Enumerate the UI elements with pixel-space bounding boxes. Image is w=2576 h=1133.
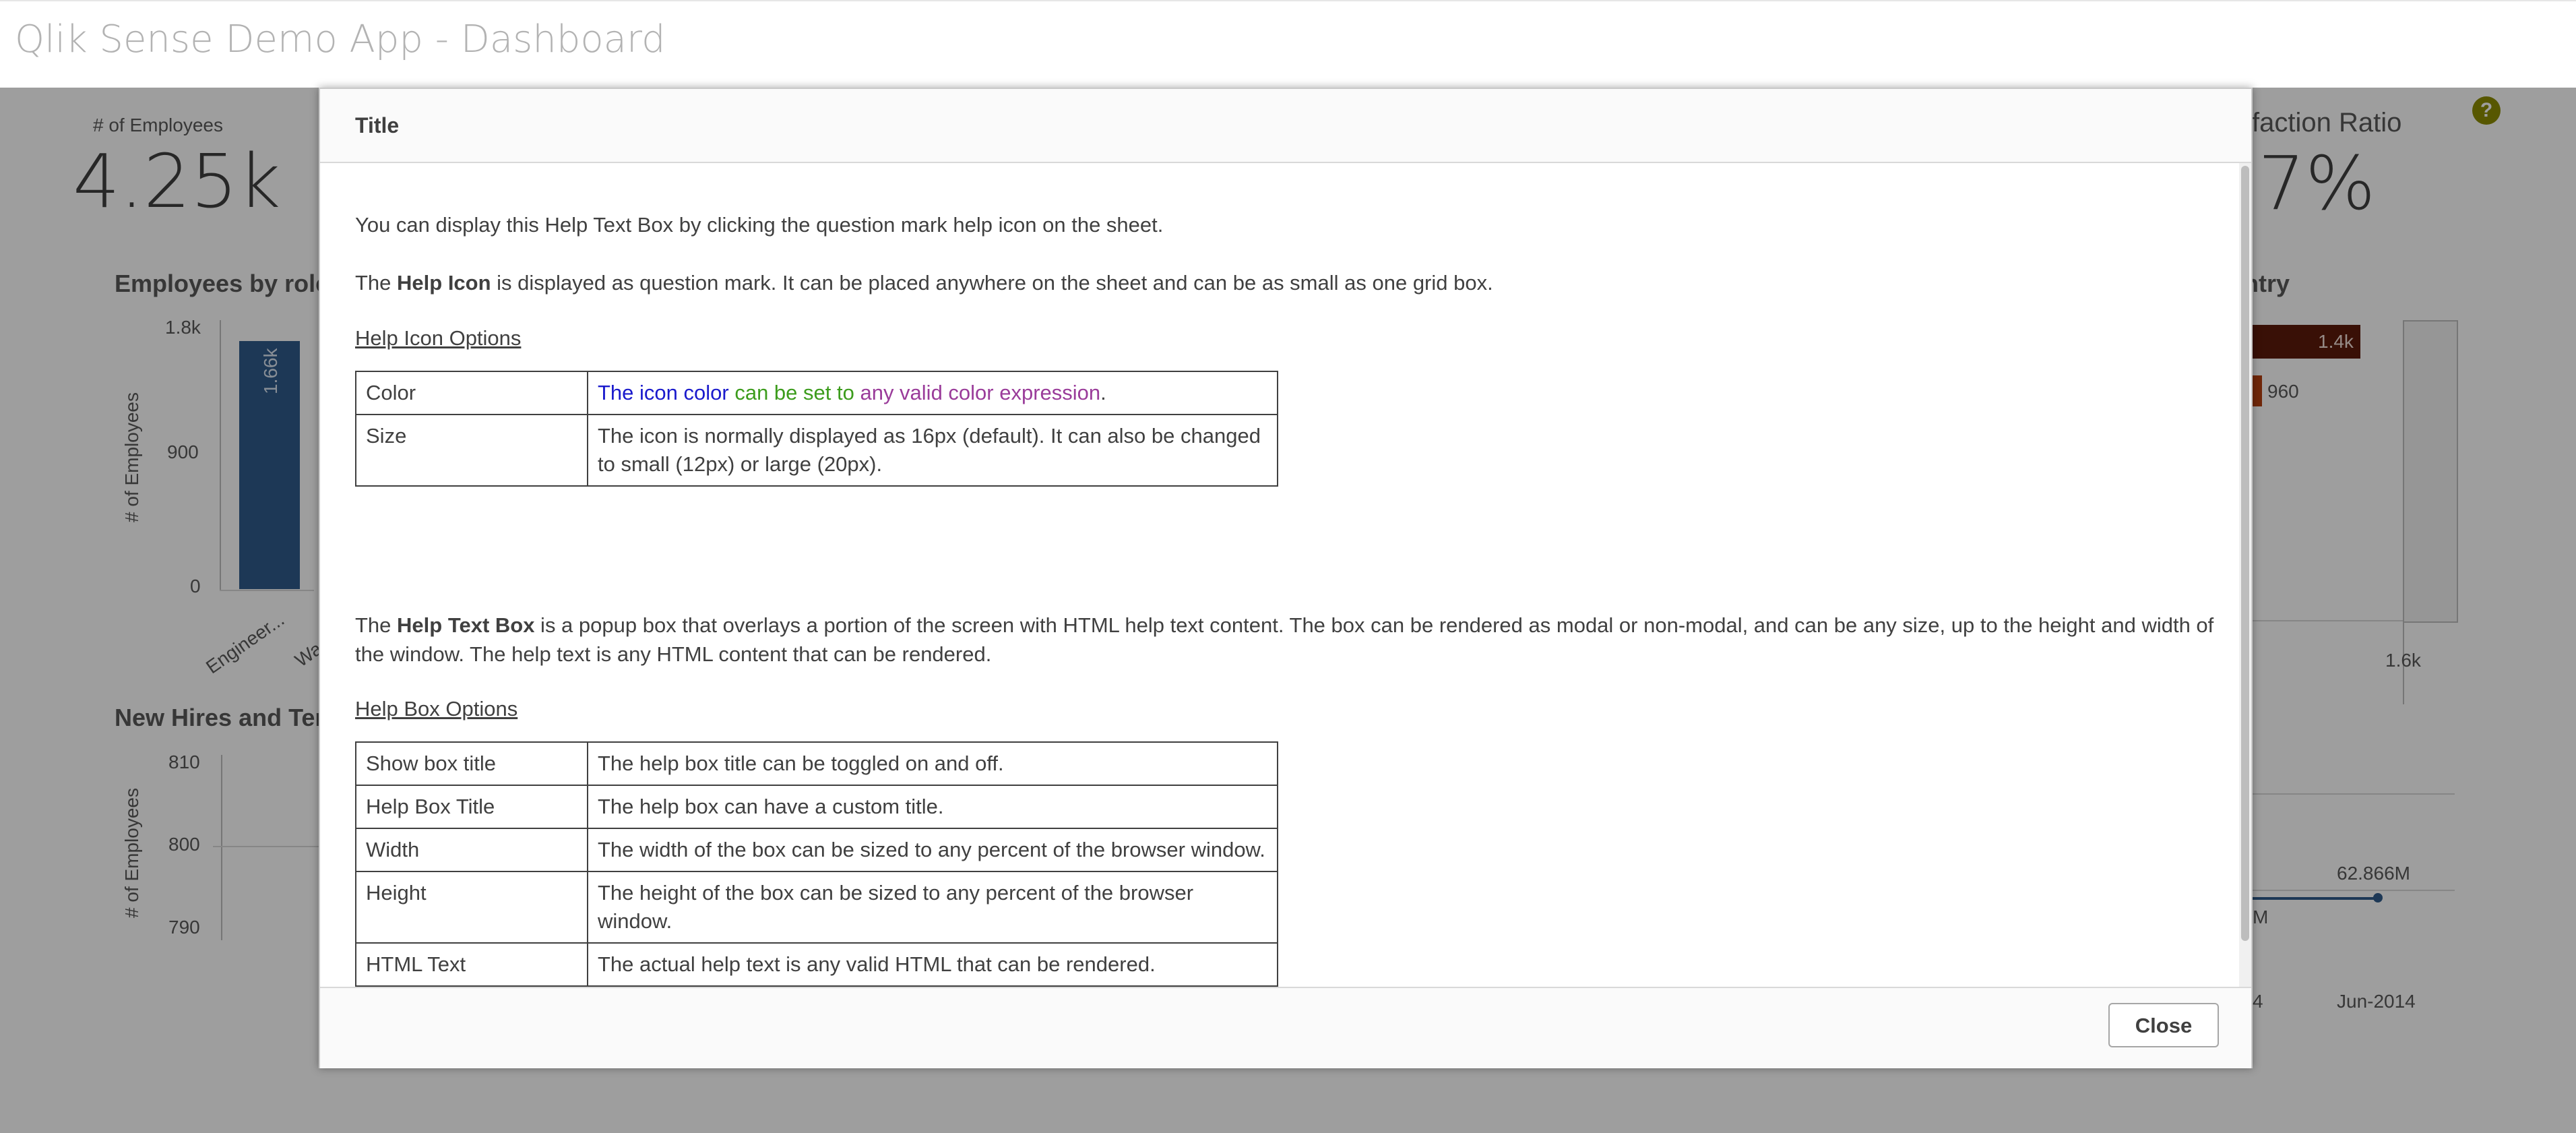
colored-text-green: can be set to: [728, 381, 854, 404]
help-text-modal: Title You can display this Help Text Box…: [319, 88, 2253, 1068]
bold-text: Help Icon: [397, 271, 491, 295]
text: The: [355, 613, 398, 637]
scrollbar-thumb[interactable]: [2241, 166, 2249, 941]
text: .: [1100, 381, 1106, 404]
help-icon-options-table: Color The icon color can be set to any v…: [355, 371, 1278, 487]
table-row: Size The icon is normally displayed as 1…: [355, 414, 1278, 487]
table-row: HTML Text The actual help text is any va…: [355, 942, 1278, 987]
option-desc: The help box title can be toggled on and…: [587, 741, 1278, 786]
table-row: Width The width of the box can be sized …: [355, 828, 1278, 872]
text: The: [355, 271, 398, 295]
option-name: Height: [355, 871, 588, 944]
help-paragraph-1: You can display this Help Text Box by cl…: [355, 213, 1164, 237]
option-name: Show box title: [355, 741, 588, 786]
modal-body: You can display this Help Text Box by cl…: [320, 163, 2239, 987]
table-row: Show box title The help box title can be…: [355, 741, 1278, 786]
app-title: Qlik Sense Demo App - Dashboard: [15, 18, 666, 61]
option-name: Color: [355, 371, 588, 415]
table-row: Color The icon color can be set to any v…: [355, 371, 1278, 415]
help-box-options-heading: Help Box Options: [355, 697, 518, 721]
app-header: Qlik Sense Demo App - Dashboard: [0, 0, 2576, 89]
option-name: Width: [355, 828, 588, 872]
modal-footer: Close: [320, 987, 2251, 1068]
option-name: Help Box Title: [355, 785, 588, 829]
option-desc: The width of the box can be sized to any…: [587, 828, 1278, 872]
modal-title: Title: [355, 113, 400, 137]
table-row: Height The height of the box can be size…: [355, 871, 1278, 944]
option-name: HTML Text: [355, 942, 588, 987]
help-paragraph-2: The Help Icon is displayed as question m…: [355, 268, 2215, 297]
option-desc: The help box can have a custom title.: [587, 785, 1278, 829]
help-paragraph-3: The Help Text Box is a popup box that ov…: [355, 611, 2215, 669]
text: is a popup box that overlays a portion o…: [355, 613, 2214, 666]
bold-text: Help Text Box: [397, 613, 535, 637]
colored-text-blue: The icon color: [598, 381, 729, 404]
colored-text-purple: any valid color expression: [854, 381, 1101, 404]
option-desc: The height of the box can be sized to an…: [587, 871, 1278, 944]
help-icon-options-heading: Help Icon Options: [355, 326, 522, 350]
close-button[interactable]: Close: [2108, 1003, 2219, 1047]
option-desc: The icon is normally displayed as 16px (…: [587, 414, 1278, 487]
option-name: Size: [355, 414, 588, 487]
modal-scrollbar[interactable]: [2239, 163, 2251, 987]
option-desc: The actual help text is any valid HTML t…: [587, 942, 1278, 987]
table-row: Help Box Title The help box can have a c…: [355, 785, 1278, 829]
option-desc: The icon color can be set to any valid c…: [587, 371, 1278, 415]
help-box-options-table: Show box title The help box title can be…: [355, 741, 1278, 987]
text: is displayed as question mark. It can be…: [491, 271, 1493, 295]
modal-header: Title: [320, 89, 2251, 163]
